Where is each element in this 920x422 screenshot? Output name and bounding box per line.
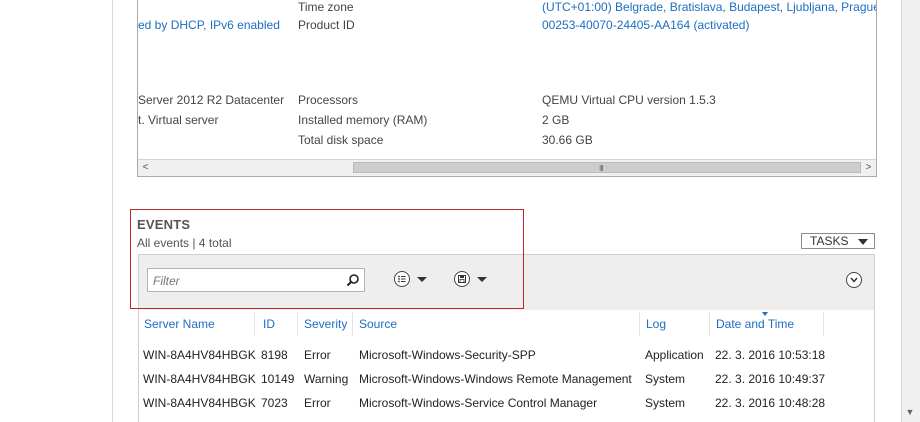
property-left-value: t. Virtual server: [138, 113, 219, 127]
scroll-down-icon[interactable]: ▼: [904, 406, 916, 418]
cell-log: System: [645, 396, 686, 410]
cell-source: Microsoft-Windows-Service Control Manage…: [359, 396, 598, 410]
cell-severity: Error: [304, 396, 331, 410]
save-icon: [454, 271, 470, 287]
property-label-processors: Processors: [298, 93, 359, 107]
property-value-disk-space: 30.66 GB: [542, 133, 593, 147]
tasks-label: TASKS: [810, 234, 849, 248]
vertical-scrollbar[interactable]: [901, 0, 920, 422]
property-value-processors: QEMU Virtual CPU version 1.5.3: [542, 93, 716, 107]
column-separator[interactable]: [823, 312, 824, 336]
column-header-severity[interactable]: Severity: [304, 317, 347, 331]
scrollbar-grip-icon: III: [599, 164, 604, 173]
cell-date-time: 22. 3. 2016 10:49:37: [715, 372, 826, 386]
column-header-date-time[interactable]: Date and Time: [716, 317, 794, 331]
column-header-server-name[interactable]: Server Name: [144, 317, 215, 331]
cell-log: System: [645, 372, 686, 386]
filter-field[interactable]: [147, 268, 365, 292]
column-separator[interactable]: [352, 312, 353, 336]
cell-source: Microsoft-Windows-Windows Remote Managem…: [359, 372, 632, 386]
property-value-time-zone[interactable]: (UTC+01:00) Belgrade, Bratislava, Budape…: [542, 0, 876, 14]
property-label-memory: Installed memory (RAM): [298, 113, 428, 127]
property-value-product-id[interactable]: 00253-40070-24405-AA164 (activated): [542, 18, 749, 32]
property-value-memory: 2 GB: [542, 113, 570, 127]
scroll-left-icon[interactable]: <: [138, 160, 153, 176]
cell-id: 10149: [261, 372, 295, 386]
filter-input[interactable]: [151, 272, 345, 290]
cell-severity: Error: [304, 348, 331, 362]
cell-date-time: 22. 3. 2016 10:53:18: [715, 348, 826, 362]
property-label-product-id: Product ID: [298, 18, 355, 32]
property-label-disk-space: Total disk space: [298, 133, 384, 147]
cell-server-name: WIN-8A4HV84HBGK: [143, 348, 256, 362]
table-row[interactable]: WIN-8A4HV84HBGK 7023 Error Microsoft-Win…: [138, 392, 875, 416]
property-label-time-zone: Time zone: [298, 0, 354, 14]
column-separator[interactable]: [297, 312, 298, 336]
cell-severity: Warning: [304, 372, 349, 386]
left-navigation-rail: [0, 0, 113, 422]
chevron-down-icon: [858, 239, 868, 245]
dropdown-arrow-icon: [477, 277, 487, 282]
search-icon[interactable]: [346, 273, 360, 287]
column-header-log[interactable]: Log: [646, 317, 666, 331]
cell-log: Application: [645, 348, 704, 362]
list-options-icon: [394, 271, 410, 287]
cell-id: 7023: [261, 396, 288, 410]
table-row[interactable]: WIN-8A4HV84HBGK 10149 Warning Microsoft-…: [138, 368, 875, 392]
sort-descending-icon: [762, 312, 768, 316]
events-subtitle: All events | 4 total: [137, 236, 232, 250]
cell-server-name: WIN-8A4HV84HBGK: [143, 396, 256, 410]
cell-date-time: 22. 3. 2016 10:48:28: [715, 396, 826, 410]
column-separator[interactable]: [709, 312, 710, 336]
cell-id: 8198: [261, 348, 288, 362]
horizontal-scrollbar[interactable]: < III >: [138, 159, 876, 176]
column-header-source[interactable]: Source: [359, 317, 397, 331]
cell-server-name: WIN-8A4HV84HBGK: [143, 372, 256, 386]
dropdown-arrow-icon: [417, 277, 427, 282]
save-query-button[interactable]: [454, 270, 494, 290]
property-left-value: Server 2012 R2 Datacenter: [138, 93, 285, 107]
scrollbar-thumb[interactable]: III: [353, 162, 861, 173]
property-left-value[interactable]: ed by DHCP, IPv6 enabled: [138, 18, 280, 32]
cell-source: Microsoft-Windows-Security-SPP: [359, 348, 536, 362]
table-row[interactable]: WIN-8A4HV84HBGK 8198 Error Microsoft-Win…: [138, 344, 875, 368]
chevron-down-icon[interactable]: [846, 272, 862, 288]
list-options-button[interactable]: [394, 270, 434, 290]
column-separator[interactable]: [254, 312, 255, 336]
events-title: EVENTS: [137, 217, 191, 232]
column-header-id[interactable]: ID: [263, 317, 275, 331]
tasks-button[interactable]: TASKS: [801, 233, 875, 249]
column-separator[interactable]: [639, 312, 640, 336]
scroll-right-icon[interactable]: >: [861, 160, 876, 176]
properties-panel: ed by DHCP, IPv6 enabled Time zone (UTC+…: [137, 0, 877, 177]
